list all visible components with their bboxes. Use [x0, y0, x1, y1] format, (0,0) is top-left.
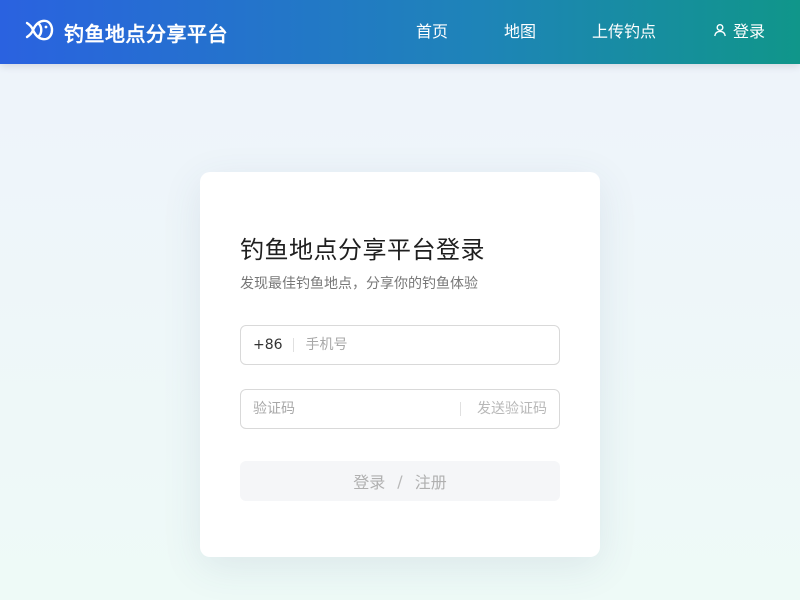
verification-code-input[interactable]: [253, 390, 443, 428]
nav-upload-spot[interactable]: 上传钓点: [592, 0, 656, 64]
brand[interactable]: 钓鱼地点分享平台: [24, 16, 228, 48]
user-icon: [713, 0, 733, 64]
login-label: 登录: [353, 473, 386, 492]
register-label: 注册: [414, 473, 447, 492]
nav-login[interactable]: 登录: [713, 0, 765, 64]
top-header: 钓鱼地点分享平台 首页 地图 上传钓点 登录: [0, 0, 800, 64]
send-code-button[interactable]: 发送验证码: [460, 402, 547, 416]
brand-name: 钓鱼地点分享平台: [64, 21, 228, 46]
phone-field: +86: [240, 325, 560, 365]
fish-logo-icon: [24, 15, 54, 49]
nav-home[interactable]: 首页: [416, 0, 448, 64]
separator: /: [397, 471, 403, 491]
phone-input[interactable]: [305, 326, 546, 364]
login-register-button[interactable]: 登录 / 注册: [240, 461, 560, 501]
login-subtitle: 发现最佳钓鱼地点，分享你的钓鱼体验: [240, 276, 478, 292]
login-card: 钓鱼地点分享平台登录 发现最佳钓鱼地点，分享你的钓鱼体验 +86 发送验证码 登…: [200, 172, 600, 557]
code-field: 发送验证码: [240, 389, 560, 429]
login-title: 钓鱼地点分享平台登录: [240, 236, 485, 264]
nav-map[interactable]: 地图: [504, 0, 536, 64]
phone-prefix: +86: [241, 338, 294, 352]
nav-login-label: 登录: [733, 22, 766, 41]
